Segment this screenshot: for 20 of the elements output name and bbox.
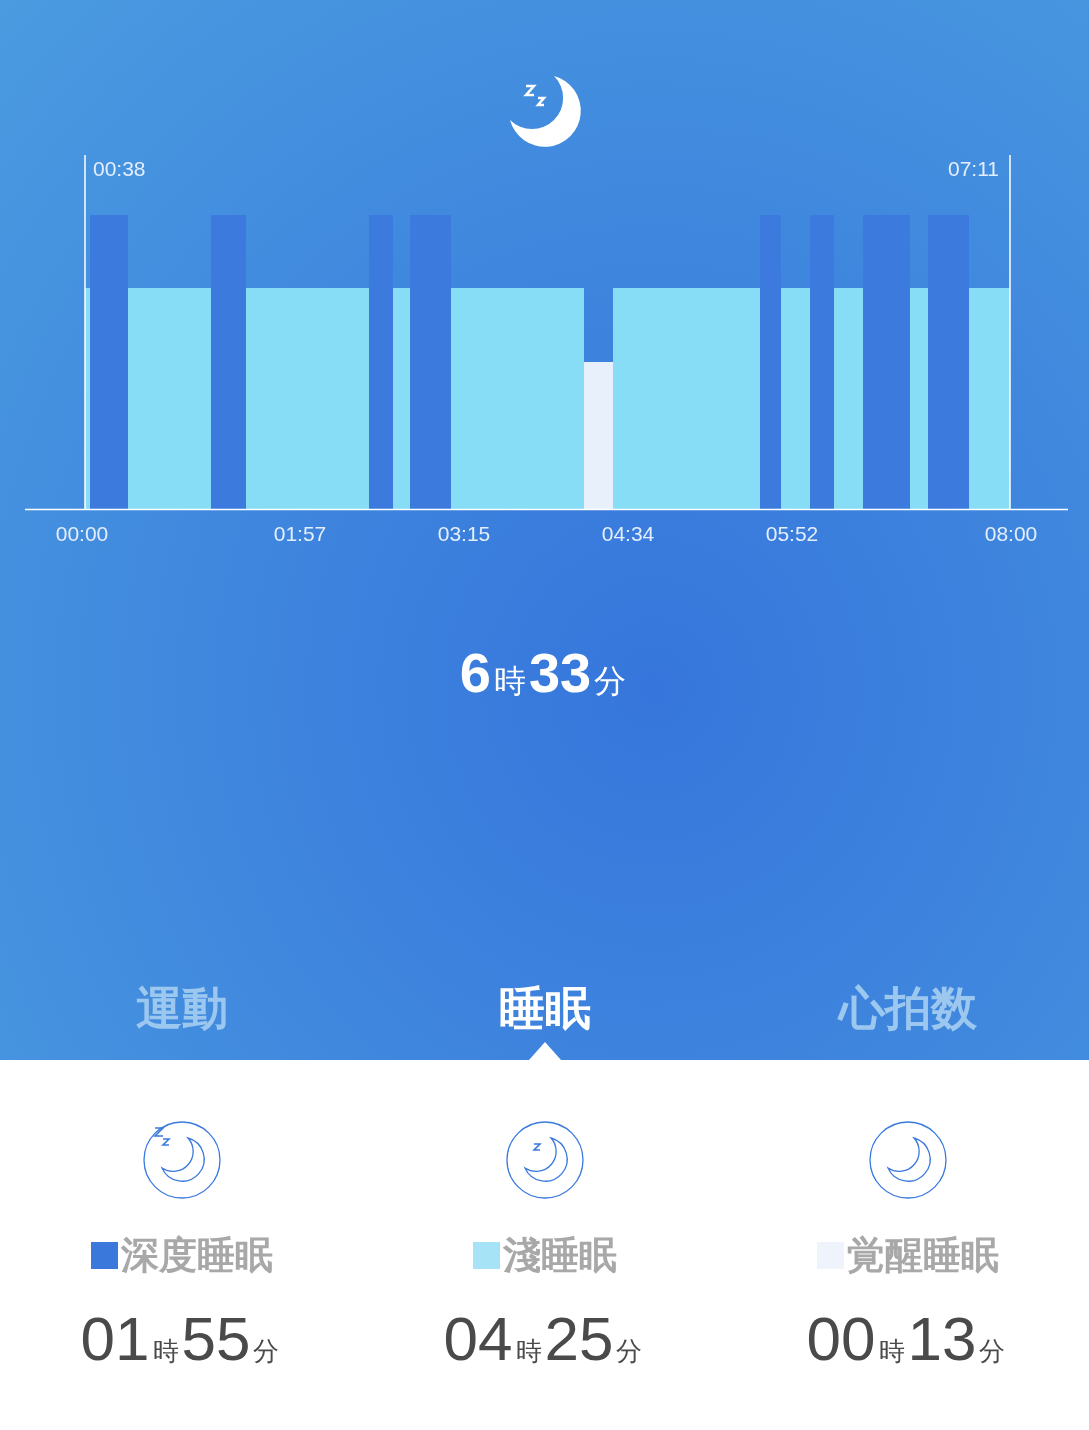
moon-icon — [141, 1120, 222, 1200]
axis-label: 00:00 — [55, 522, 109, 545]
stage-duration: 01 時 55分 — [80, 1303, 281, 1374]
axis-label: 04:34 — [601, 522, 655, 545]
stage-label: 覚醒睡眠 — [846, 1232, 999, 1279]
stage-duration: 00 時 13分 — [806, 1303, 1007, 1374]
stage-label: 深度睡眠 — [120, 1232, 273, 1279]
start-time: 00:38 — [93, 157, 146, 180]
axis-label: 01:57 — [273, 522, 327, 545]
end-time: 07:11 — [948, 157, 999, 180]
moon-icon — [504, 1120, 585, 1200]
tab[interactable]: 運動 — [0, 978, 363, 1060]
axis-label: 08:00 — [984, 522, 1038, 545]
moon-icon — [867, 1120, 948, 1200]
tab[interactable]: 心拍数 — [726, 978, 1089, 1060]
stage-duration: 04 時 25分 — [443, 1303, 644, 1374]
axis-label: 03:15 — [437, 522, 491, 545]
axis-label: 05:52 — [765, 522, 819, 545]
total-sleep-time: 6 時33分 — [459, 640, 628, 705]
stage-label: 淺睡眠 — [502, 1232, 617, 1279]
